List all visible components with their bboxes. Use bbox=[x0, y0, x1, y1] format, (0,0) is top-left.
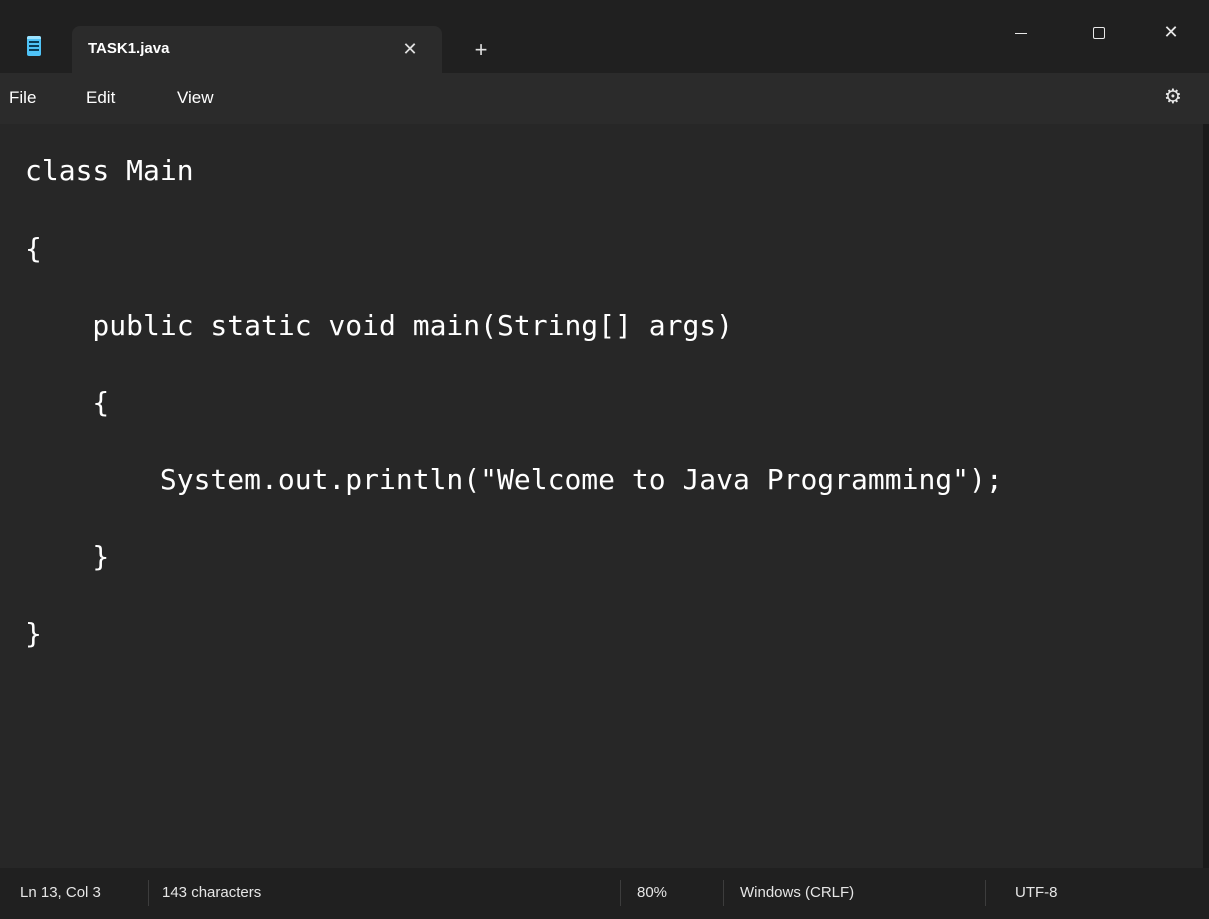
menu-edit[interactable]: Edit bbox=[86, 88, 115, 108]
code-line: System.out.println("Welcome to Java Prog… bbox=[25, 463, 1003, 496]
menu-view[interactable]: View bbox=[177, 88, 214, 108]
close-icon: ✕ bbox=[1163, 22, 1179, 42]
status-zoom[interactable]: 80% bbox=[637, 884, 667, 901]
status-character-count: 143 characters bbox=[162, 884, 262, 901]
status-divider bbox=[148, 880, 149, 906]
minimize-button[interactable] bbox=[998, 14, 1044, 50]
status-line-endings[interactable]: Windows (CRLF) bbox=[740, 884, 854, 901]
status-divider bbox=[620, 880, 621, 906]
code-line: { bbox=[25, 386, 110, 419]
status-bar: Ln 13, Col 3 143 characters 80% Windows … bbox=[0, 868, 1209, 919]
notepad-icon bbox=[27, 36, 41, 56]
status-divider bbox=[723, 880, 724, 906]
status-cursor-position[interactable]: Ln 13, Col 3 bbox=[20, 884, 101, 901]
tab-task1-java[interactable]: TASK1.java ✕ bbox=[72, 26, 442, 73]
menu-file[interactable]: File bbox=[9, 88, 36, 108]
window-edge bbox=[1203, 124, 1209, 868]
title-bar: TASK1.java ✕ + ✕ bbox=[0, 0, 1209, 73]
minimize-icon bbox=[1015, 32, 1027, 34]
status-encoding[interactable]: UTF-8 bbox=[1015, 884, 1058, 901]
gear-icon[interactable]: ⚙ bbox=[1160, 84, 1186, 110]
status-divider bbox=[985, 880, 986, 906]
maximize-icon bbox=[1093, 27, 1105, 40]
tab-title: TASK1.java bbox=[88, 40, 170, 57]
code-line: { bbox=[25, 232, 42, 265]
new-tab-button[interactable]: + bbox=[468, 37, 494, 63]
maximize-button[interactable] bbox=[1076, 14, 1122, 50]
code-line: } bbox=[25, 540, 110, 573]
code-line: } bbox=[25, 617, 42, 650]
menu-bar: File Edit View ⚙ bbox=[0, 73, 1209, 124]
code-line: class Main bbox=[25, 154, 194, 187]
text-editor-area[interactable]: class Main { public static void main(Str… bbox=[0, 124, 1209, 868]
close-window-button[interactable]: ✕ bbox=[1148, 14, 1194, 50]
tab-close-icon[interactable]: ✕ bbox=[398, 37, 422, 61]
code-line: public static void main(String[] args) bbox=[25, 309, 734, 342]
